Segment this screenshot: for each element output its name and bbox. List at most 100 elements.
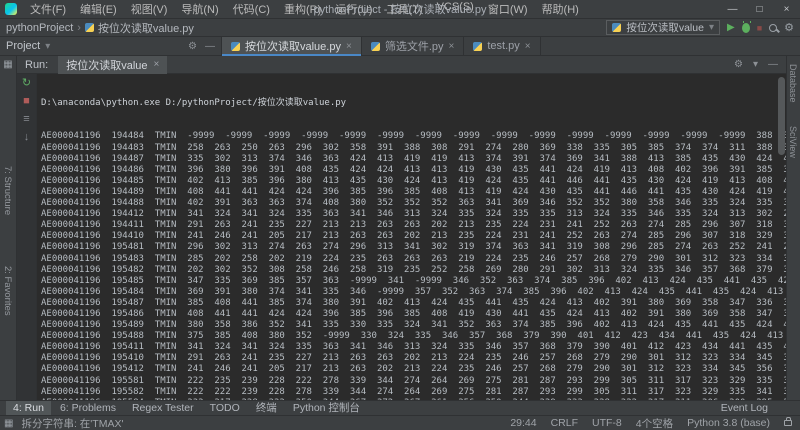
editor-tab-label: test.py xyxy=(487,40,520,52)
settings-gear-icon[interactable]: ⚙ xyxy=(188,41,197,52)
editor-tab-label: 筛选文件.py xyxy=(384,41,444,53)
search-icon[interactable] xyxy=(769,23,778,32)
status-bar: ▦ 拆分字符串: 在'TMAX' 29:44 CRLF UTF-8 4个空格 P… xyxy=(0,415,800,430)
event-log-button[interactable]: Event Log xyxy=(714,401,794,415)
tab-row: Project ▾ ⚙ — 按位次读取value.py × 筛选文件.py × … xyxy=(0,37,800,56)
run-title: Run: xyxy=(25,58,49,71)
interpreter[interactable]: Python 3.8 (base) xyxy=(687,417,770,429)
console-command-line: D:\anaconda\python.exe D:/pythonProject/… xyxy=(41,98,347,109)
file-encoding[interactable]: UTF-8 xyxy=(592,417,622,429)
console-lines: AE000041196 194484 TMIN -9999 -9999 -999… xyxy=(41,131,786,400)
python-file-icon xyxy=(370,41,380,51)
menu-item[interactable]: 视图(V) xyxy=(124,1,175,17)
maximize-icon[interactable]: □ xyxy=(746,0,773,19)
hide-panel-icon[interactable]: — xyxy=(768,59,778,70)
indent-setting[interactable]: 4个空格 xyxy=(636,416,673,430)
console-line: AE000041196 195485 TMIN 347 335 369 385 … xyxy=(41,275,786,286)
console-output[interactable]: D:\anaconda\python.exe D:/pythonProject/… xyxy=(37,74,786,400)
console-menu-icon[interactable]: ≡ xyxy=(23,114,29,125)
close-icon[interactable]: × xyxy=(773,0,800,19)
menu-item[interactable]: 帮助(H) xyxy=(535,1,586,17)
close-tab-icon[interactable]: × xyxy=(525,41,531,52)
project-pane-header[interactable]: Project ▾ ⚙ — xyxy=(0,37,222,55)
console-line: AE000041196 195484 TMIN 369 391 380 374 … xyxy=(41,286,784,297)
right-tool-strip: Database SciView xyxy=(786,56,800,400)
python-file-icon xyxy=(231,41,240,51)
breadcrumb-file[interactable]: 按位次读取value.py xyxy=(84,20,194,36)
console-scrollbar[interactable] xyxy=(778,77,785,155)
main-area: ▦ 7: Structure 2: Favorites Run: 按位次读取va… xyxy=(0,55,800,400)
run-button[interactable]: ▶ xyxy=(727,22,735,33)
status-right: 29:44 CRLF UTF-8 4个空格 Python 3.8 (base) xyxy=(510,416,792,430)
close-tab-icon[interactable]: × xyxy=(346,41,352,52)
tool-button-sciview[interactable]: SciView xyxy=(788,126,798,158)
status-message: 拆分字符串: 在'TMAX' xyxy=(21,417,124,430)
console-line: AE000041196 195412 TMIN 241 246 241 205 … xyxy=(41,364,786,375)
tool-window-button[interactable]: 终端 xyxy=(249,401,284,415)
minimize-icon[interactable]: — xyxy=(719,0,746,19)
editor-tab-value[interactable]: 按位次读取value.py × xyxy=(222,37,362,56)
tool-window-button[interactable]: TODO xyxy=(203,401,247,415)
caret-position[interactable]: 29:44 xyxy=(510,417,536,429)
tool-button-structure[interactable]: 7: Structure xyxy=(2,166,13,215)
console-line: AE000041196 194483 TMIN 258 263 250 263 … xyxy=(41,142,786,153)
run-body: ↻ ■ ≡ ↓ D:\anaconda\python.exe D:/python… xyxy=(17,74,786,400)
debug-button[interactable] xyxy=(741,20,751,33)
menu-item[interactable]: 代码(C) xyxy=(226,1,277,17)
settings-gear-icon[interactable]: ⚙ xyxy=(734,59,743,70)
collapse-icon[interactable]: ▾ xyxy=(753,59,758,70)
hide-panel-icon[interactable]: — xyxy=(205,41,215,52)
pycharm-logo-icon xyxy=(5,3,17,15)
console-line: AE000041196 195582 TMIN 222 222 239 228 … xyxy=(41,386,786,397)
rerun-icon[interactable]: ↻ xyxy=(22,78,31,89)
stop-icon[interactable]: ■ xyxy=(23,96,30,107)
console-line: AE000041196 195410 TMIN 291 263 241 235 … xyxy=(41,353,786,364)
console-line: AE000041196 194485 TMIN 402 413 385 396 … xyxy=(41,175,786,186)
project-tool-icon[interactable]: ▦ xyxy=(0,59,16,70)
run-header-icons: ⚙ ▾ — xyxy=(734,59,778,70)
tool-button-database[interactable]: Database xyxy=(788,64,798,103)
main-menu: 文件(F) 编辑(E) 视图(V) 导航(N) 代码(C) 重构(R) 运行(U) 工具(T)… xyxy=(23,1,586,17)
console-line: AE000041196 194411 TMIN 291 263 241 235 … xyxy=(41,220,786,231)
menu-item[interactable]: 文件(F) xyxy=(23,1,73,17)
line-ending[interactable]: CRLF xyxy=(551,417,578,429)
readonly-lock-icon[interactable] xyxy=(784,417,792,426)
tool-button-favorites[interactable]: 2: Favorites xyxy=(2,266,13,316)
tool-window-button[interactable]: 6: Problems xyxy=(53,401,123,415)
menu-item[interactable]: 导航(N) xyxy=(174,1,225,17)
tool-window-button[interactable]: Python 控制台 xyxy=(286,401,367,415)
console-line: AE000041196 194488 TMIN 402 391 363 363 … xyxy=(41,198,786,209)
console-line: AE000041196 195483 TMIN 285 202 258 202 … xyxy=(41,253,786,264)
console-line: AE000041196 195488 TMIN 375 385 408 380 … xyxy=(41,331,784,342)
run-gutter: ↻ ■ ≡ ↓ xyxy=(17,74,37,400)
project-pane-label: Project xyxy=(6,40,41,52)
scroll-to-end-icon[interactable]: ↓ xyxy=(24,132,30,143)
stop-button[interactable]: ■ xyxy=(757,23,762,33)
menu-item[interactable]: 窗口(W) xyxy=(481,1,535,17)
project-pane-icons: ⚙ — xyxy=(188,41,215,52)
tool-window-buttons: 4: Run 6: Problems Regex Tester TODO 终端 Pytho… xyxy=(6,401,367,415)
close-tab-icon[interactable]: × xyxy=(449,41,455,52)
close-tab-icon[interactable]: × xyxy=(154,59,160,70)
settings-gear-icon[interactable]: ⚙ xyxy=(784,21,794,34)
run-tab[interactable]: 按位次读取value × xyxy=(58,55,168,74)
menu-item[interactable]: 编辑(E) xyxy=(73,1,124,17)
tool-window-bar: 4: Run 6: Problems Regex Tester TODO 终端 Pytho… xyxy=(0,400,800,415)
tool-window-button[interactable]: Regex Tester xyxy=(125,401,201,415)
console-line: AE000041196 194486 TMIN 396 380 396 391 … xyxy=(41,164,786,175)
breadcrumb-chevron-icon: › xyxy=(77,21,81,34)
editor-tab-filter[interactable]: 筛选文件.py × xyxy=(362,37,465,55)
run-config-selector[interactable]: 按位次读取value ▾ xyxy=(606,20,720,35)
console-line: AE000041196 195411 TMIN 341 324 341 324 … xyxy=(41,342,786,353)
run-tool-window: Run: 按位次读取value × ⚙ ▾ — ↻ ■ ≡ ↓ D:\anaco… xyxy=(17,55,786,400)
tool-window-button[interactable]: 4: Run xyxy=(6,401,51,415)
left-tool-strip: ▦ 7: Structure 2: Favorites xyxy=(0,56,17,400)
breadcrumb-project[interactable]: pythonProject xyxy=(6,22,73,34)
console-line: AE000041196 195481 TMIN 296 302 313 274 … xyxy=(41,242,786,253)
tool-window-switcher-icon[interactable]: ▦ xyxy=(4,418,13,429)
run-tab-label: 按位次读取value xyxy=(66,59,148,72)
editor-tab-test[interactable]: test.py × xyxy=(464,37,541,55)
console-line: AE000041196 195489 TMIN 380 358 386 352 … xyxy=(41,320,786,331)
chevron-down-icon: ▾ xyxy=(708,22,714,33)
console-line: AE000041196 194412 TMIN 341 324 341 324 … xyxy=(41,209,786,220)
